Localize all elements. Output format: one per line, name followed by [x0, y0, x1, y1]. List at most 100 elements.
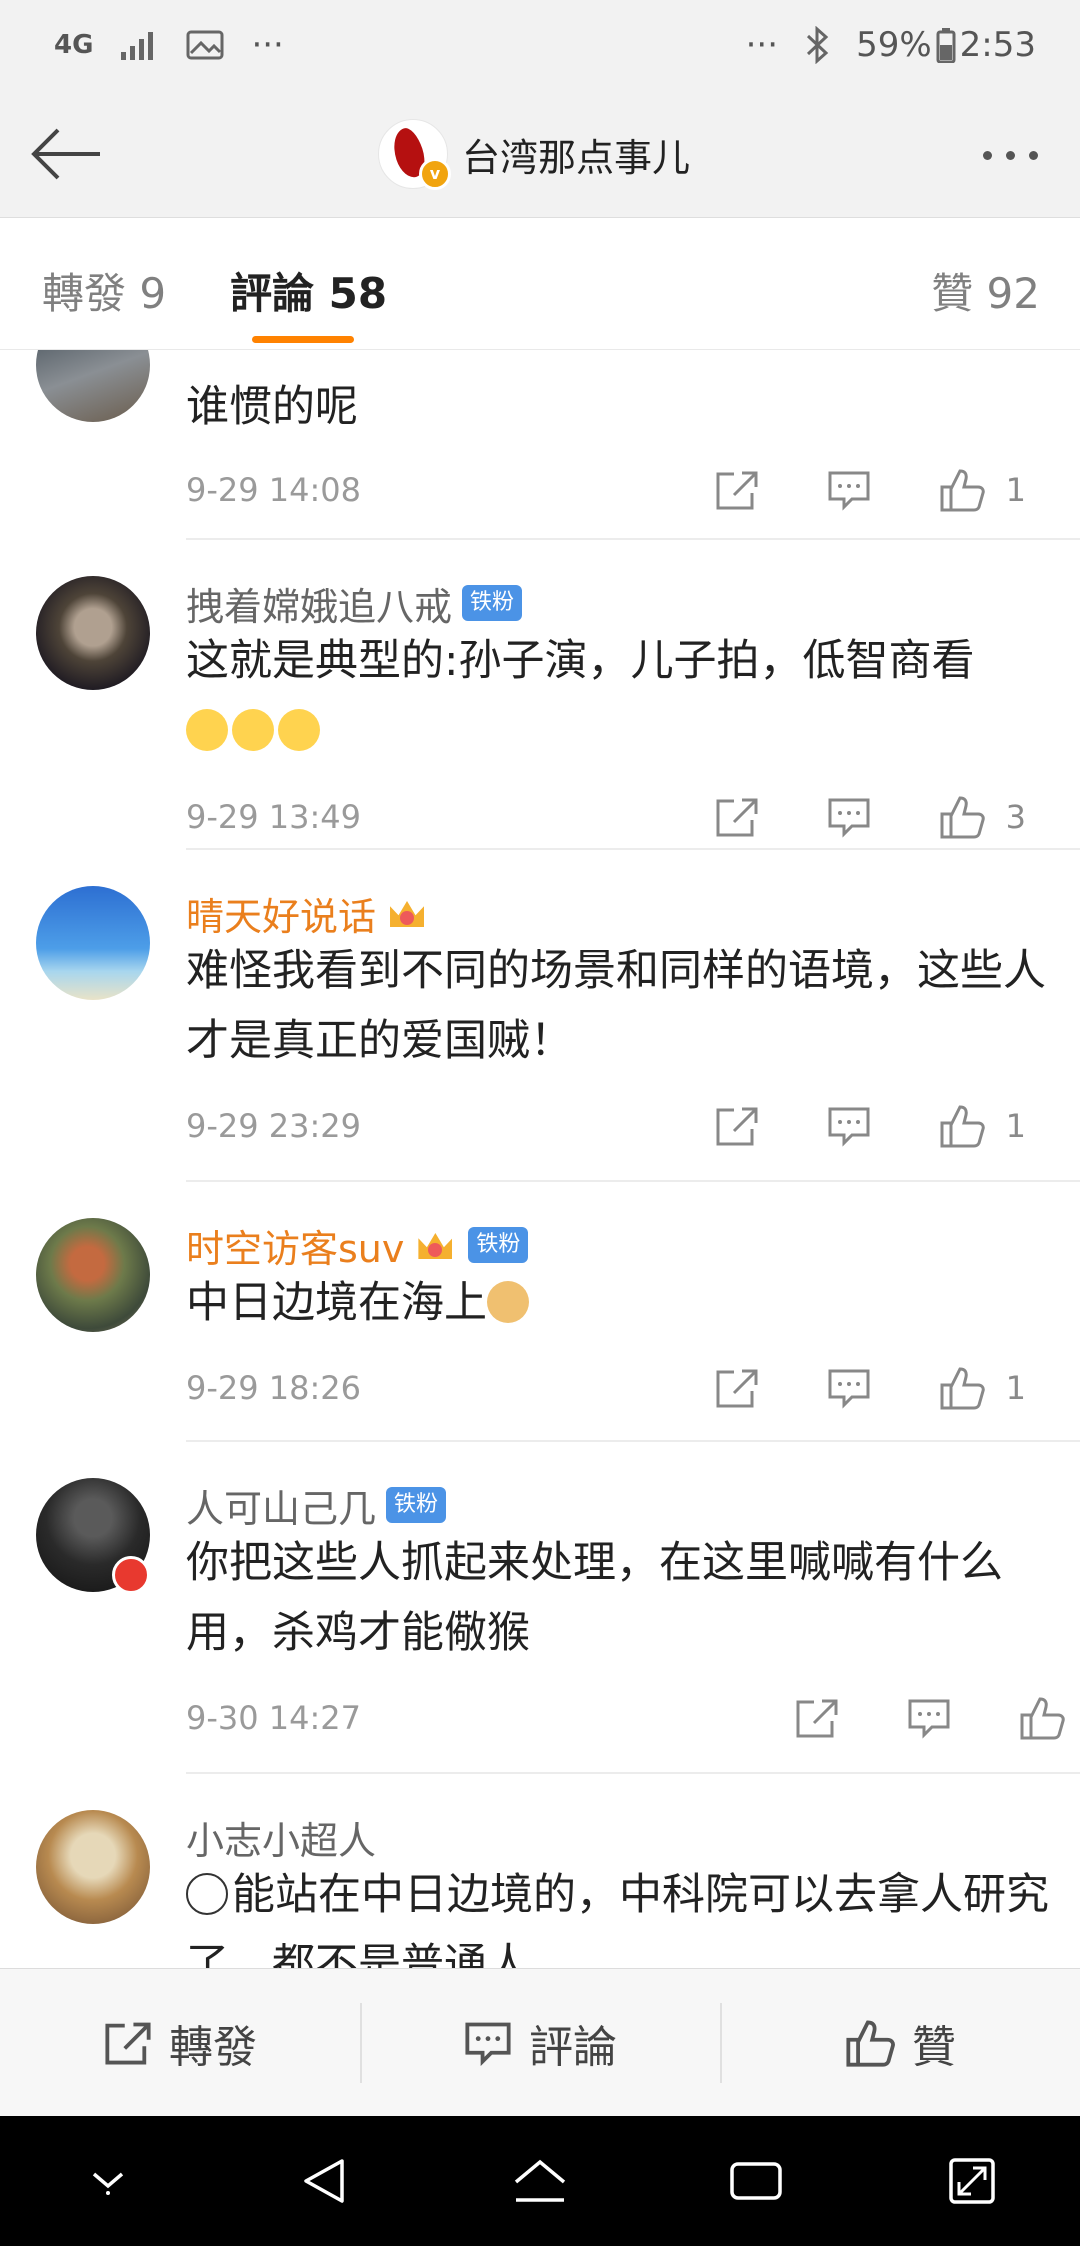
divider [186, 1180, 1080, 1182]
reply-button[interactable] [826, 1105, 872, 1147]
bottom-action-bar: 轉發 評論 贊 [0, 1968, 1080, 2116]
username[interactable]: 小志小超人 [186, 1810, 376, 1865]
comment-meta: 9-29 14:08 1 [186, 460, 1066, 520]
triangle-back-icon [304, 2159, 344, 2203]
avatar[interactable] [36, 350, 150, 422]
divider [186, 848, 1080, 850]
comment-list[interactable]: 谁惯的呢 9-29 14:08 1 拽着嫦娥追八戒 铁粉 这就是典型的:孙子演，… [0, 350, 1080, 1968]
avatar[interactable] [36, 886, 150, 1000]
chevron-down-icon [92, 2172, 124, 2195]
recent-apps-button[interactable] [711, 2136, 801, 2226]
comment-icon [828, 798, 870, 838]
divider [186, 1772, 1080, 1774]
like-button[interactable]: 3 [938, 794, 1026, 840]
comment-time: 9-29 23:29 [186, 1107, 362, 1145]
home-icon [514, 2159, 566, 2202]
share-icon [716, 471, 758, 510]
comment-icon [908, 1699, 950, 1739]
tab-bar: 轉發 9 評論 58 贊 92 [0, 218, 1080, 350]
laughing-emoji-icon [278, 709, 320, 751]
avatar[interactable] [36, 1810, 150, 1924]
dot-icon [1028, 150, 1038, 160]
reply-button[interactable] [826, 1367, 872, 1409]
bluetooth-icon [807, 26, 829, 64]
share-button[interactable] [714, 1367, 760, 1409]
laughing-emoji-icon [232, 709, 274, 751]
fan-badge: 铁粉 [386, 1487, 447, 1523]
avatar[interactable] [36, 1218, 150, 1332]
like-button[interactable] [1018, 1695, 1066, 1741]
thumbs-up-icon [846, 2020, 895, 2067]
account-title[interactable]: v 台湾那点事儿 [378, 116, 690, 192]
red-badge-icon [112, 1556, 150, 1594]
thumbs-up-icon [940, 469, 985, 512]
comment-actions: 1 [648, 1096, 1026, 1156]
comment-text: 这就是典型的:孙子演，儿子拍，低智商看 [186, 626, 1056, 766]
vip-crown-icon [414, 1227, 458, 1263]
account-logo: v [378, 119, 451, 190]
dot-icon [982, 150, 992, 160]
comment-button[interactable]: 評論 [360, 1969, 720, 2116]
avatar[interactable] [36, 576, 150, 690]
status-bar: 4G ··· ··· 59% 2:53 [0, 0, 1080, 90]
expand-icon [949, 2158, 995, 2204]
comment-icon [828, 1107, 870, 1147]
repost-button[interactable]: 轉發 [0, 1969, 360, 2116]
back-button[interactable] [24, 112, 108, 196]
comment-actions: 1 [648, 1358, 1026, 1418]
reply-button[interactable] [906, 1697, 952, 1739]
tab-likes[interactable]: 贊 92 [931, 260, 1040, 321]
comment-text-body: 这就是典型的:孙子演，儿子拍，低智商看 [186, 636, 975, 686]
tab-comments[interactable]: 評論 58 [230, 260, 387, 321]
user-row: 晴天好说话 [186, 886, 430, 941]
system-home-button[interactable] [495, 2136, 585, 2226]
comment-text-body: 中日边境在海上 [186, 1278, 487, 1328]
status-left: 4G ··· [54, 25, 284, 65]
like-button[interactable]: 1 [938, 467, 1026, 513]
divider [186, 1440, 1080, 1442]
status-more-right: ··· [745, 25, 779, 65]
vip-crown-icon [386, 895, 430, 931]
username[interactable]: 人可山己几 [186, 1478, 376, 1533]
system-back-button[interactable] [279, 2136, 369, 2226]
like-button[interactable]: 贊 [720, 1969, 1080, 2116]
user-row: 小志小超人 [186, 1810, 376, 1865]
like-label: 贊 [912, 2021, 956, 2073]
comment-text: 难怪我看到不同的场景和同样的语境，这些人才是真正的爱国贼！ [186, 946, 1046, 1066]
verified-badge-icon: v [419, 158, 451, 190]
recent-apps-icon [730, 2162, 782, 2200]
like-button[interactable]: 1 [938, 1365, 1026, 1411]
share-button[interactable] [714, 1105, 760, 1147]
like-count: 3 [1005, 798, 1026, 836]
expand-button[interactable] [927, 2136, 1017, 2226]
avatar[interactable] [36, 1478, 150, 1594]
more-options-button[interactable] [970, 130, 1050, 180]
share-button[interactable] [714, 796, 760, 838]
share-icon [105, 2022, 151, 2064]
status-right: ··· 59% 2:53 [746, 25, 1036, 65]
comment-meta: 9-29 18:26 1 [186, 1358, 1066, 1418]
comment-icon [465, 2022, 511, 2066]
tab-repost[interactable]: 轉發 9 [42, 260, 166, 321]
share-icon [716, 1369, 758, 1408]
share-button[interactable] [794, 1697, 840, 1739]
laughing-emoji-icon [186, 709, 228, 751]
clock: 2:53 [959, 25, 1036, 65]
comment-time: 9-30 14:27 [186, 1699, 362, 1737]
comment-text: 能站在中日边境的，中科院可以去拿人研究了，都不是普通人 [186, 1860, 1056, 1968]
signal-icon [121, 32, 154, 60]
like-count: 1 [1005, 471, 1026, 509]
username[interactable]: 晴天好说话 [186, 886, 376, 941]
doge-emoji-icon [487, 1281, 529, 1323]
back-arrow-icon [31, 128, 100, 180]
username[interactable]: 拽着嫦娥追八戒 [186, 576, 452, 631]
share-button[interactable] [714, 469, 760, 511]
comment-text: 谁惯的呢 [186, 382, 358, 432]
comment-text-body: 能站在中日边境的，中科院可以去拿人研究了，都不是普通人 [186, 1870, 1049, 1968]
reply-button[interactable] [826, 796, 872, 838]
hide-keyboard-button[interactable] [63, 2136, 153, 2226]
reply-button[interactable] [826, 469, 872, 511]
like-count: 1 [1005, 1107, 1026, 1145]
username[interactable]: 时空访客suv [186, 1218, 404, 1273]
like-button[interactable]: 1 [938, 1103, 1026, 1149]
